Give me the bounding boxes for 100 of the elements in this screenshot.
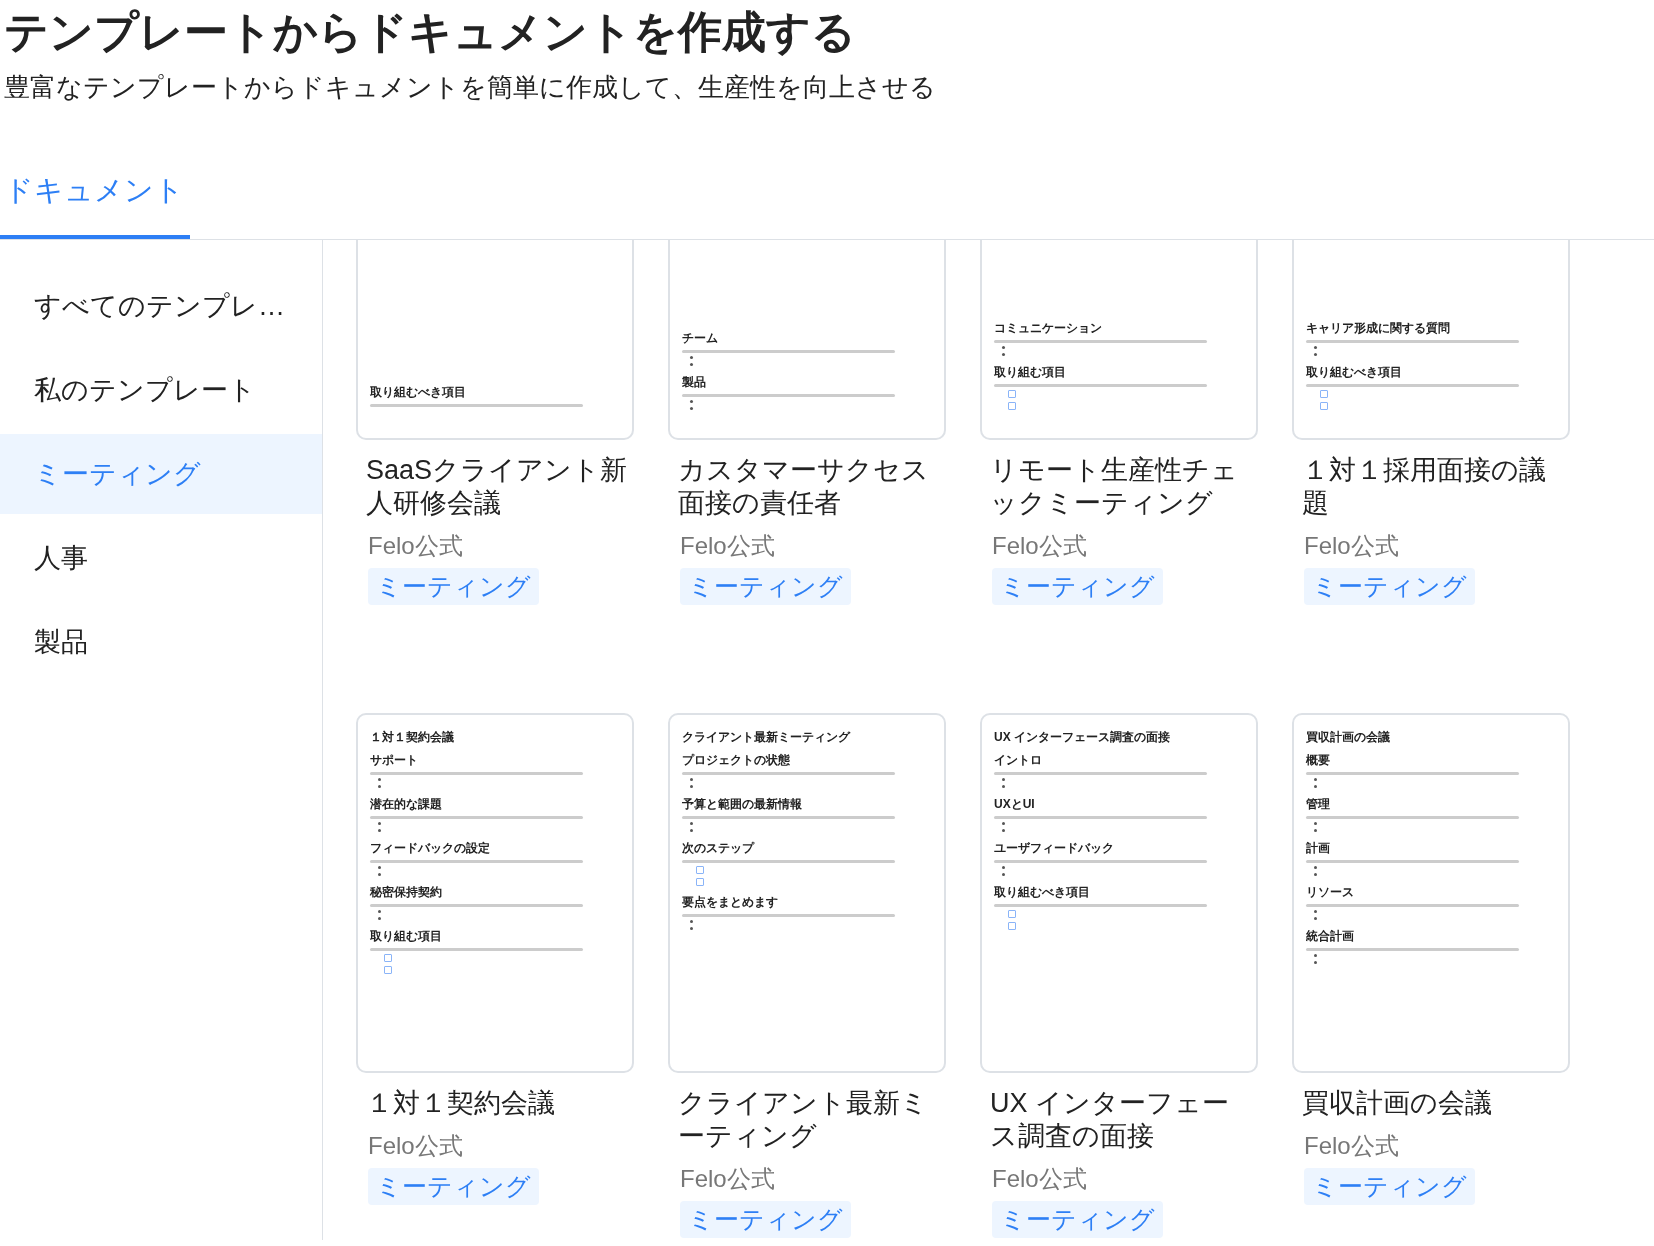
preview-heading: 要点をまとめます [682, 894, 779, 911]
sidebar-item[interactable]: 私のテンプレート [0, 350, 322, 430]
template-author: Felo公式 [368, 1131, 464, 1161]
preview-heading: 計画 [1306, 840, 1331, 857]
template-author: Felo公式 [992, 531, 1088, 561]
bullet-icon [378, 785, 381, 788]
template-author: Felo公式 [992, 1164, 1088, 1194]
bullet-icon [1314, 353, 1317, 356]
preview-title: クライアント最新ミーティング [682, 729, 852, 746]
bullet-icon [690, 920, 693, 923]
preview-heading: 取り組むべき項目 [370, 384, 467, 401]
sidebar-item[interactable]: すべてのテンプレ… [0, 266, 322, 346]
template-title[interactable]: １対１契約会議 [366, 1087, 628, 1120]
page-subtitle: 豊富なテンプレートからドキュメントを簡単に作成して、生産性を向上させる [4, 71, 937, 104]
template-title[interactable]: SaaSクライアント新人研修会議 [366, 454, 628, 520]
bullet-icon [690, 785, 693, 788]
template-title[interactable]: １対１採用面接の議題 [1302, 454, 1564, 520]
category-tag: ミーティング [680, 1201, 851, 1238]
preview-heading: サポート [370, 752, 419, 769]
template-author: Felo公式 [1304, 1131, 1400, 1161]
template-preview[interactable]: コミュニケーション 取り組む項目 [980, 240, 1258, 440]
preview-heading: 取り組む項目 [994, 364, 1067, 381]
bullet-icon [378, 917, 381, 920]
bullet-icon [1314, 866, 1317, 869]
preview-heading: UXとUI [994, 796, 1036, 813]
tab[interactable]: ドキュメント [0, 163, 190, 239]
preview-heading: イントロ [994, 752, 1043, 769]
sidebar-item[interactable]: ミーティング [0, 434, 322, 514]
bullet-icon [1002, 353, 1005, 356]
bullet-icon [690, 407, 693, 410]
page-title: テンプレートからドキュメントを作成する [3, 6, 857, 58]
bullet-icon [1314, 785, 1317, 788]
sidebar-item[interactable]: 製品 [0, 602, 322, 682]
template-title[interactable]: クライアント最新ミーティング [678, 1087, 940, 1153]
preview-heading: リソース [1306, 884, 1355, 901]
category-tag: ミーティング [992, 568, 1163, 605]
bullet-icon [1314, 917, 1317, 920]
template-author: Felo公式 [368, 531, 464, 561]
preview-heading: 秘密保持契約 [370, 884, 443, 901]
template-author: Felo公式 [680, 531, 776, 561]
preview-heading: 統合計画 [1306, 928, 1355, 945]
bullet-icon [1314, 829, 1317, 832]
bullet-icon [1002, 778, 1005, 781]
preview-heading: 管理 [1306, 796, 1331, 813]
template-preview[interactable]: UX インターフェース調査の面接 イントロ UXとUI ユーザフィードバック 取り組むべき項目 [980, 713, 1258, 1073]
bullet-icon [1314, 822, 1317, 825]
category-tag: ミーティング [368, 568, 539, 605]
bullet-icon [690, 356, 693, 359]
bullet-icon [1002, 829, 1005, 832]
bullet-icon [378, 778, 381, 781]
bullet-icon [1314, 954, 1317, 957]
bullet-icon [1314, 910, 1317, 913]
preview-heading: コミュニケーション [994, 320, 1103, 337]
preview-title: １対１契約会議 [370, 729, 455, 746]
preview-heading: プロジェクトの状態 [682, 752, 791, 769]
bullet-icon [690, 822, 693, 825]
bullet-icon [1002, 866, 1005, 869]
bullet-icon [378, 822, 381, 825]
preview-title: 買収計画の会議 [1306, 729, 1391, 746]
bullet-icon [1002, 785, 1005, 788]
template-preview[interactable]: チーム 製品 [668, 240, 946, 440]
sidebar-item[interactable]: 人事 [0, 518, 322, 598]
bullet-icon [378, 873, 381, 876]
preview-heading: 取り組むべき項目 [994, 884, 1091, 901]
preview-heading: ユーザフィードバック [994, 840, 1115, 857]
preview-heading: 取り組む項目 [370, 928, 443, 945]
template-preview[interactable]: キャリア形成に関する質問 取り組むべき項目 [1292, 240, 1570, 440]
bullet-icon [690, 829, 693, 832]
bullet-icon [1002, 346, 1005, 349]
bullet-icon [378, 866, 381, 869]
template-title[interactable]: カスタマーサクセス面接の責任者 [678, 454, 940, 520]
preview-heading: 概要 [1306, 752, 1331, 769]
category-tag: ミーティング [1304, 1168, 1475, 1205]
template-preview[interactable]: クライアント最新ミーティング プロジェクトの状態 予算と範囲の最新情報 次のステップ 要点をまとめます [668, 713, 946, 1073]
template-preview[interactable]: 買収計画の会議 概要 管理 計画 リソース 統合計画 [1292, 713, 1570, 1073]
template-preview[interactable]: １対１契約会議 サポート 潜在的な課題 フィードバックの設定 秘密保持契約 取り組む項目 [356, 713, 634, 1073]
bullet-icon [1002, 873, 1005, 876]
template-title[interactable]: 買収計画の会議 [1302, 1087, 1564, 1120]
preview-title: UX インターフェース調査の面接 [994, 729, 1171, 746]
preview-heading: キャリア形成に関する質問 [1306, 320, 1451, 337]
bullet-icon [1314, 961, 1317, 964]
category-tag: ミーティング [1304, 568, 1475, 605]
category-tag: ミーティング [680, 568, 851, 605]
template-title[interactable]: リモート生産性チェックミーティング [990, 454, 1252, 520]
bullet-icon [1314, 346, 1317, 349]
preview-heading: 予算と範囲の最新情報 [682, 796, 803, 813]
category-tag: ミーティング [992, 1201, 1163, 1238]
bullet-icon [690, 363, 693, 366]
template-author: Felo公式 [1304, 531, 1400, 561]
preview-heading: 取り組むべき項目 [1306, 364, 1403, 381]
category-tag: ミーティング [368, 1168, 539, 1205]
preview-heading: 製品 [682, 374, 707, 391]
bullet-icon [690, 400, 693, 403]
bullet-icon [1314, 873, 1317, 876]
template-title[interactable]: UX インターフェース調査の面接 [990, 1087, 1252, 1153]
preview-heading: 潜在的な課題 [370, 796, 443, 813]
template-preview[interactable]: 取り組むべき項目 [356, 240, 634, 440]
bullet-icon [1314, 778, 1317, 781]
template-author: Felo公式 [680, 1164, 776, 1194]
bullet-icon [378, 910, 381, 913]
